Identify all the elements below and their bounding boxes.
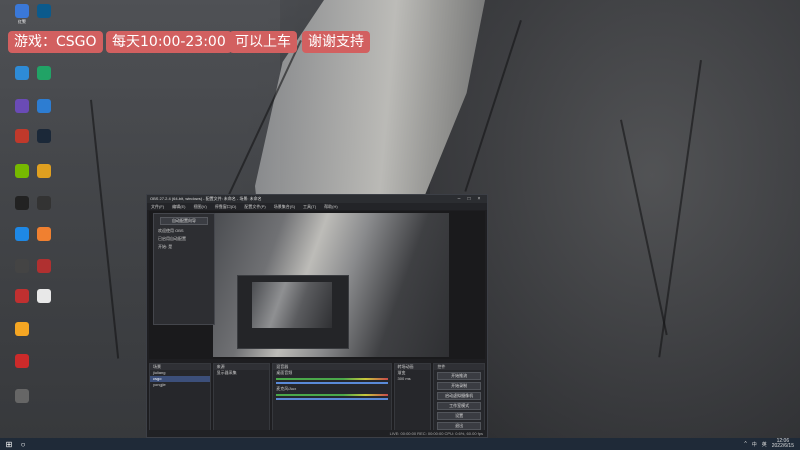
desktop-icon[interactable]	[24, 289, 64, 317]
app-icon	[15, 354, 29, 368]
desktop-icon-column: 红警	[0, 0, 51, 430]
obs-preview[interactable]: 自动配置向导 欢迎使用 OBS 已启用自动配置 开始: 是	[149, 211, 485, 359]
file-icon	[37, 289, 51, 303]
exit-button[interactable]: 退出	[437, 422, 482, 430]
auto-config-dialog: 自动配置向导 欢迎使用 OBS 已启用自动配置 开始: 是	[153, 213, 215, 325]
desktop-icon[interactable]	[24, 227, 64, 255]
controls-header: 控件	[434, 364, 485, 370]
audio-meter	[276, 394, 388, 396]
app-icon	[37, 196, 51, 210]
desktop-icon[interactable]	[24, 164, 64, 192]
mixer-channel-label: 麦克风/Aux	[276, 386, 297, 391]
overlay-game-tag: 游戏：CSGO	[8, 31, 103, 53]
nested-obs-preview	[237, 275, 349, 349]
taskbar-clock[interactable]: 12:06 2022/6/15	[772, 439, 794, 449]
audio-meter	[276, 378, 388, 380]
menu-scene-collection[interactable]: 场景集合(S)	[270, 204, 299, 210]
obs-menu-bar: 文件(F) 编辑(E) 视图(V) 停靠窗口(D) 配置文件(P) 场景集合(S…	[147, 203, 487, 210]
obs-title-text: OBS 27.2.4 (64-bit, windows) - 配置文件: 未命名…	[150, 196, 262, 201]
app-icon	[15, 389, 29, 403]
virtual-camera-button[interactable]: 启动虚拟摄像机	[437, 392, 482, 400]
overlay-ride-tag: 可以上车	[229, 31, 297, 53]
start-streaming-button[interactable]: 开始推流	[437, 372, 482, 380]
overlay-schedule-tag: 每天10:00-23:00	[106, 31, 232, 53]
close-icon[interactable]: ×	[474, 196, 484, 202]
dialog-line: 欢迎使用 OBS	[158, 228, 184, 233]
menu-tools[interactable]: 工具(T)	[299, 204, 320, 210]
studio-mode-button[interactable]: 工作室模式	[437, 402, 482, 410]
windows-start-icon[interactable]: ⊞	[4, 439, 14, 449]
steam-icon	[37, 129, 51, 143]
maximize-icon[interactable]: □	[464, 196, 474, 202]
scene-item[interactable]: yongjie	[150, 382, 210, 388]
desktop-icon[interactable]	[24, 259, 64, 287]
app-icon	[37, 164, 51, 178]
scenes-dock: 场景 jiuliang csgo yongjie	[149, 363, 211, 431]
clock-date: 2022/6/15	[771, 443, 794, 449]
volume-slider[interactable]	[276, 398, 388, 400]
mixer-channel-label: 桌面音频	[276, 370, 293, 375]
search-icon[interactable]: ○	[18, 439, 28, 449]
auto-config-button[interactable]: 自动配置向导	[160, 217, 208, 225]
menu-help[interactable]: 帮助(H)	[320, 204, 342, 210]
menu-edit[interactable]: 编辑(E)	[168, 204, 189, 210]
menu-file[interactable]: 文件(F)	[147, 204, 168, 210]
mixer-dock: 混音器 桌面音频 麦克风/Aux	[272, 363, 392, 431]
source-item[interactable]: 显示器采集	[214, 370, 270, 376]
obs-status-bar: LIVE: 00:00:00 REC: 00:00:00 CPU: 0.6%, …	[147, 430, 487, 437]
tray-chevron-icon[interactable]: ^	[744, 441, 746, 447]
desktop-icon[interactable]	[24, 129, 64, 157]
sources-dock: 来源 显示器采集	[212, 363, 271, 431]
app-icon	[37, 99, 51, 113]
desktop-icon[interactable]	[2, 389, 42, 417]
dialog-line: 已启用自动配置	[158, 236, 186, 241]
desktop-icon[interactable]	[24, 66, 64, 94]
overlay-thanks-tag: 谢谢支持	[302, 31, 370, 53]
nested-preview-image	[252, 282, 332, 328]
minimize-icon[interactable]: –	[454, 196, 464, 202]
start-recording-button[interactable]: 开始录制	[437, 382, 482, 390]
ime-mode-indicator[interactable]: 英	[762, 441, 767, 448]
app-icon	[37, 227, 51, 241]
ime-indicator[interactable]: 中	[752, 441, 757, 448]
settings-button[interactable]: 设置	[437, 412, 482, 420]
obs-title-bar[interactable]: OBS 27.2.4 (64-bit, windows) - 配置文件: 未命名…	[147, 195, 487, 203]
taskbar: ⊞ ○ ^ 中 英 12:06 2022/6/15	[0, 438, 800, 450]
transitions-dock: 转场动画 渐变 300 ms	[393, 363, 432, 431]
transition-duration[interactable]: 300 ms	[395, 376, 431, 382]
desktop-icon[interactable]	[2, 322, 42, 350]
desktop-icon[interactable]	[24, 4, 64, 32]
desktop-icon[interactable]	[2, 354, 42, 382]
controls-dock: 控件 开始推流 开始录制 启动虚拟摄像机 工作室模式 设置 退出	[433, 363, 486, 431]
desktop-icon[interactable]	[24, 196, 64, 224]
app-icon	[37, 259, 51, 273]
app-icon	[37, 4, 51, 18]
desktop-icon[interactable]	[24, 99, 64, 127]
obs-window[interactable]: OBS 27.2.4 (64-bit, windows) - 配置文件: 未命名…	[146, 194, 488, 438]
menu-profile[interactable]: 配置文件(P)	[240, 204, 269, 210]
menu-docks[interactable]: 停靠窗口(D)	[211, 204, 241, 210]
app-icon	[37, 66, 51, 80]
dialog-line: 开始: 是	[158, 244, 173, 249]
app-icon	[15, 322, 29, 336]
volume-slider[interactable]	[276, 382, 388, 384]
system-tray: ^ 中 英 12:06 2022/6/15	[744, 438, 794, 450]
menu-view[interactable]: 视图(V)	[189, 204, 210, 210]
obs-docks: 场景 jiuliang csgo yongjie 来源 显示器采集 混音器 桌面…	[149, 363, 486, 431]
